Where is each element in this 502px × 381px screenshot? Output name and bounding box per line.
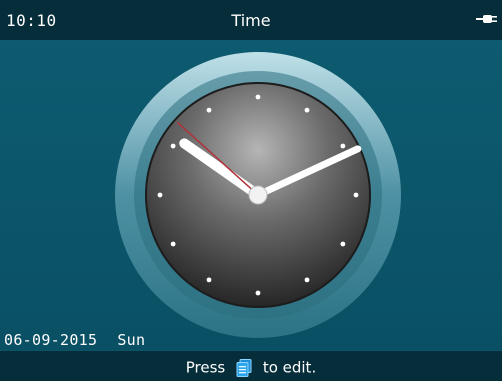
footer-hint: Press to edit. bbox=[0, 351, 502, 381]
hour-marker bbox=[206, 277, 212, 283]
date-row: 06-09-2015 Sun bbox=[4, 331, 145, 349]
hour-marker bbox=[340, 143, 346, 149]
day-text: Sun bbox=[117, 331, 146, 349]
press-text: Press bbox=[185, 358, 226, 377]
hour-marker bbox=[206, 107, 212, 113]
edit-text: to edit. bbox=[262, 358, 317, 377]
hour-marker bbox=[353, 192, 359, 198]
hour-marker bbox=[304, 107, 310, 113]
hour-marker bbox=[157, 192, 163, 198]
hour-marker bbox=[255, 290, 261, 296]
hour-marker bbox=[170, 241, 176, 247]
menu-key-icon bbox=[236, 358, 252, 377]
clock-center-cap bbox=[248, 185, 268, 205]
hour-marker bbox=[255, 94, 261, 100]
hour-marker bbox=[170, 143, 176, 149]
hour-marker bbox=[340, 241, 346, 247]
hour-marker bbox=[304, 277, 310, 283]
plug-icon bbox=[476, 15, 497, 23]
screen-title: Time bbox=[231, 11, 271, 30]
analog-clock bbox=[115, 52, 401, 338]
date-text: 06-09-2015 bbox=[4, 331, 98, 349]
status-bar: 10:10 Time bbox=[0, 0, 502, 40]
